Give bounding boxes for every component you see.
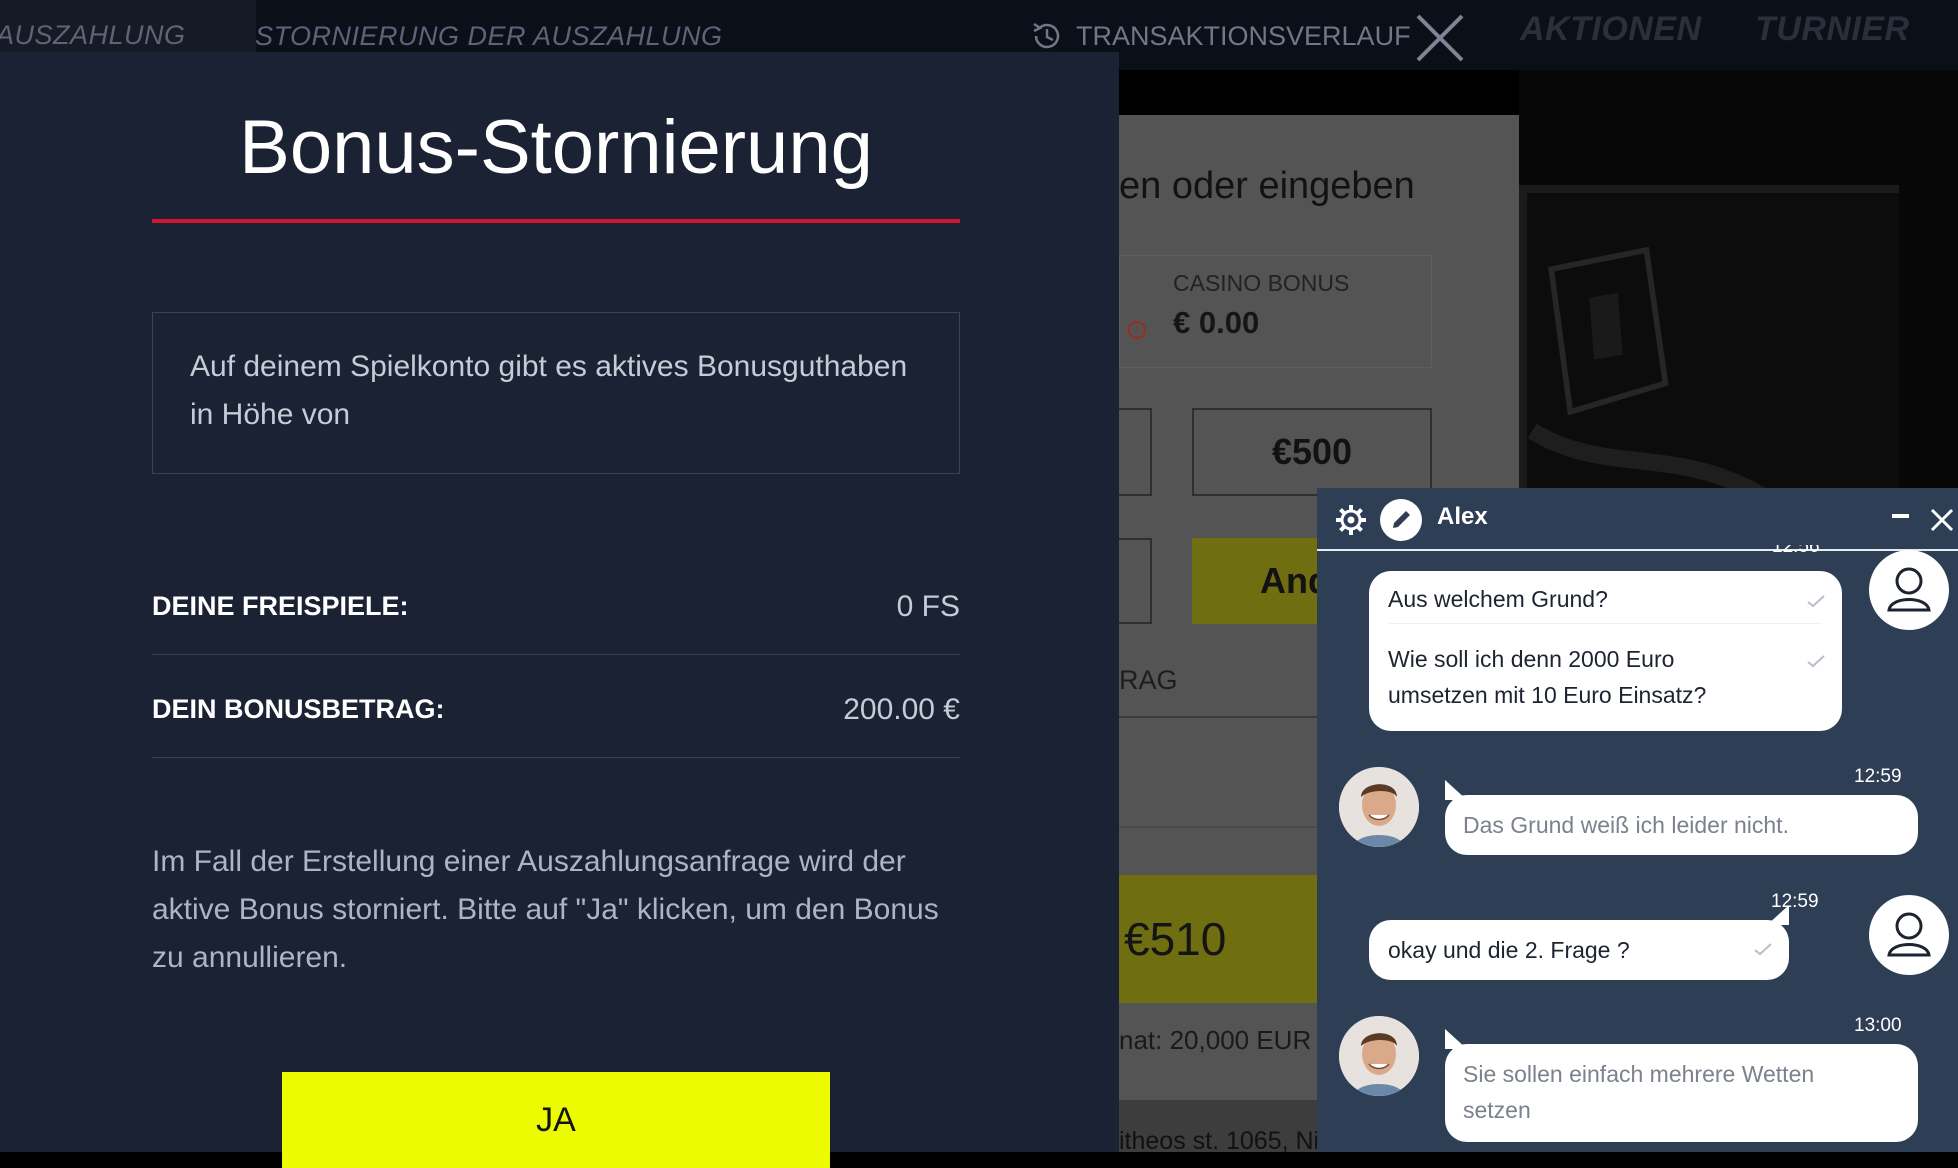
message-text: Aus welchem Grund? [1388,586,1608,612]
agent-photo [1339,1016,1419,1096]
amount-option[interactable] [1119,408,1152,496]
live-chat-widget: Alex 12:56 Aus welchem Grund? Wie soll i… [1317,488,1958,1152]
edit-button[interactable] [1380,499,1422,541]
close-icon[interactable] [1929,507,1955,533]
message-timestamp: 12:59 [1854,766,1902,787]
casino-bonus-label: CASINO BONUS [1173,270,1350,296]
deposit-total-button[interactable]: €510 [1119,875,1324,1003]
user-message-bubble: okay und die 2. Frage ? [1369,920,1789,980]
user-avatar [1869,895,1949,975]
tab-aktionen[interactable]: AKTIONEN [1520,10,1702,49]
bonus-amount-value: 200.00 € [843,692,960,726]
free-spins-value: 0 FS [896,589,960,623]
agent-photo [1339,767,1419,847]
message-text: setzen [1463,1097,1531,1123]
agent-avatar [1339,1016,1419,1096]
user-icon [1887,912,1931,957]
bonus-info-box: Auf deinem Spielkonto gibt es aktives Bo… [152,312,960,474]
message-separator [1389,623,1822,624]
transaction-history-link[interactable]: TRANSAKTIONSVERLAUF [1030,18,1411,54]
free-spins-row: DEINE FREISPIELE: 0 FS [152,559,960,655]
agent-message-bubble: Sie sollen einfach mehrere Wetten setzen [1445,1044,1918,1142]
user-message-bubble: Aus welchem Grund? Wie soll ich denn 200… [1369,571,1842,731]
tab-stornierung-der-auszahlung[interactable]: STORNIERUNG DER AUSZAHLUNG [255,18,723,54]
close-icon[interactable] [1412,10,1468,66]
background-artwork [1519,185,1899,515]
message-text: Wie soll ich denn 2000 Euro [1388,646,1675,672]
amount-other-button[interactable]: And [1192,538,1317,624]
confirm-yes-button[interactable]: JA [282,1072,830,1168]
message-timestamp: 13:00 [1854,1015,1902,1036]
free-spins-label: DEINE FREISPIELE: [152,591,409,621]
user-avatar [1869,550,1949,630]
chat-agent-name: Alex [1437,503,1488,530]
pencil-icon [1393,511,1410,528]
modal-title: Bonus-Stornierung [239,105,873,190]
footer-address: itheos st. 1065, Ni [1119,1100,1319,1152]
message-timestamp: 12:56 [1772,545,1820,557]
message-text: okay und die 2. Frage ? [1388,937,1630,963]
amount-option[interactable] [1119,538,1152,624]
bonus-amount-label: DEIN BONUSBETRAG: [152,694,445,724]
bubble-tail [1445,1029,1467,1049]
deposit-heading: en oder eingeben [1119,165,1415,207]
amount-option-500[interactable]: €500 [1192,408,1432,496]
divider [1119,716,1319,718]
check-icon [1754,943,1772,956]
tab-turnier[interactable]: TURNIER [1755,10,1910,49]
divider [1119,826,1319,828]
casino-bonus-value: € 0.00 [1173,305,1260,340]
bubble-tail [1767,905,1789,925]
chat-header: Alex [1317,488,1958,551]
user-icon [1887,567,1931,612]
limit-text: nat: 20,000 EUR [1119,1025,1312,1055]
message-text: Sie sollen einfach mehrere Wetten [1463,1061,1815,1087]
bubble-tail [1445,780,1467,800]
message-text: umsetzen mit 10 Euro Einsatz? [1388,682,1707,708]
bonus-cancellation-modal: Bonus-Stornierung Auf deinem Spielkonto … [0,52,1119,1168]
bonus-amount-row: DEIN BONUSBETRAG: 200.00 € [152,662,960,758]
cancellation-notice: Im Fall der Erstellung einer Auszahlungs… [152,845,939,974]
minimize-icon[interactable] [1892,514,1909,518]
amount-label: RAG [1119,665,1178,695]
info-icon[interactable]: ! [1128,321,1146,339]
history-icon [1033,22,1060,49]
bonus-info-text: Auf deinem Spielkonto gibt es aktives Bo… [190,350,908,431]
history-label: TRANSAKTIONSVERLAUF [1076,20,1411,51]
gear-icon[interactable] [1335,504,1367,536]
agent-message-bubble: Das Grund weiß ich leider nicht. [1445,795,1918,855]
message-text: Das Grund weiß ich leider nicht. [1463,812,1789,838]
title-underline [152,219,960,223]
check-icon [1807,595,1825,608]
check-icon [1807,655,1825,668]
agent-avatar [1339,767,1419,847]
